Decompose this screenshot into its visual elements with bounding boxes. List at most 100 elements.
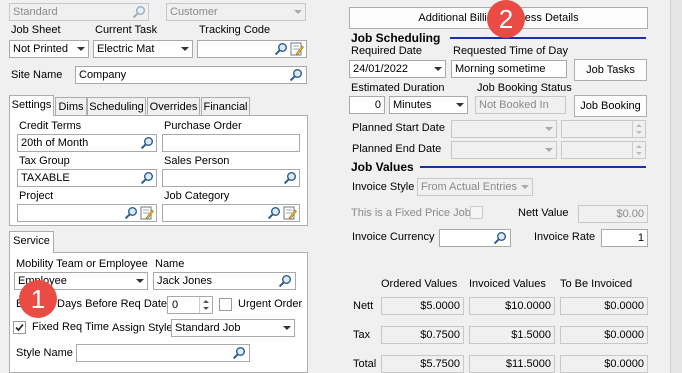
chevron-down-icon	[521, 185, 529, 189]
job-booking-button[interactable]: Job Booking	[574, 95, 647, 117]
tax-group-value: TAXABLE	[21, 172, 70, 184]
search-icon[interactable]	[283, 171, 297, 185]
fixed-req-time-checkbox[interactable]	[13, 321, 26, 334]
tab-scheduling[interactable]: Scheduling	[87, 97, 146, 116]
edit-icon[interactable]	[140, 206, 154, 220]
purchase-order-input[interactable]	[162, 134, 300, 152]
planned-end-time-picker[interactable]	[561, 141, 646, 159]
invoiced-value-cell: $1.5000	[469, 326, 555, 344]
project-input[interactable]	[17, 204, 157, 222]
tab-financial[interactable]: Financial	[201, 97, 250, 116]
requested-time-input[interactable]: Morning sometime	[451, 60, 567, 78]
duration-unit-select[interactable]: Minutes	[389, 96, 468, 114]
tax-group-input[interactable]: TAXABLE	[17, 169, 157, 187]
employee-name-input[interactable]: Jack Jones	[153, 272, 296, 290]
job-tasks-button[interactable]: Job Tasks	[574, 59, 647, 81]
tab-overrides[interactable]: Overrides	[147, 97, 200, 116]
tracking-code-input[interactable]	[197, 40, 307, 58]
mobility-label: Mobility Team or Employee	[16, 258, 148, 270]
customer-select[interactable]: Customer	[166, 3, 306, 21]
urgent-order-label: Urgent Order	[238, 298, 303, 310]
check-icon	[15, 323, 24, 332]
days-before-label: Days Before Req Date	[57, 298, 168, 310]
assign-style-select[interactable]: Standard Job	[171, 319, 295, 337]
job-category-input[interactable]	[162, 204, 300, 222]
fixed-price-checkbox[interactable]	[470, 206, 483, 219]
site-name-value: Company	[79, 69, 127, 81]
search-icon[interactable]	[278, 274, 292, 288]
edit-icon[interactable]	[283, 206, 297, 220]
invoice-rate-value: 1	[637, 232, 644, 244]
fixed-req-time-label: Fixed Req Time	[32, 321, 110, 333]
section-divider	[450, 37, 646, 39]
style-name-input[interactable]	[76, 344, 250, 362]
invoice-currency-input[interactable]	[439, 229, 511, 247]
search-icon[interactable]	[140, 136, 154, 150]
chevron-down-icon	[77, 47, 85, 51]
invoiced-value-cell: $11.5000	[469, 355, 555, 373]
planned-end-date-picker[interactable]	[451, 141, 557, 159]
job-scheduling-heading: Job Scheduling	[351, 31, 441, 45]
nett-value: $0.00	[616, 208, 644, 220]
search-icon[interactable]	[493, 231, 507, 245]
project-label: Project	[19, 190, 54, 202]
stepper-arrows-icon[interactable]	[632, 142, 645, 158]
invoice-style-select[interactable]: From Actual Entries	[417, 178, 533, 196]
tab-service[interactable]: Service	[9, 231, 54, 253]
scrollbar[interactable]	[670, 0, 682, 373]
row-label: Nett	[353, 300, 374, 312]
search-icon[interactable]	[140, 171, 154, 185]
chevron-down-icon	[181, 47, 189, 51]
nett-value-field: $0.00	[578, 205, 648, 223]
sales-person-input[interactable]	[162, 169, 300, 187]
planned-start-time-picker[interactable]	[561, 120, 646, 138]
search-icon[interactable]	[124, 206, 138, 220]
planned-end-label: Planned End Date	[352, 143, 442, 155]
booking-status-label: Job Booking Status	[477, 82, 572, 94]
planned-start-date-picker[interactable]	[451, 120, 557, 138]
to-be-invoiced-cell: $0.0000	[560, 297, 648, 315]
edit-icon[interactable]	[290, 42, 304, 56]
search-icon[interactable]	[289, 68, 303, 82]
booking-status-field: Not Booked In	[475, 96, 566, 114]
invoice-style-value: From Actual Entries	[421, 181, 517, 193]
estimated-duration-input[interactable]: 0	[349, 96, 385, 114]
tab-dims[interactable]: Dims	[55, 97, 87, 116]
current-task-label: Current Task	[95, 24, 158, 36]
search-icon[interactable]	[232, 346, 246, 360]
tracking-code-label: Tracking Code	[199, 24, 271, 36]
invoice-style-label: Invoice Style	[352, 181, 415, 193]
urgent-order-checkbox[interactable]	[219, 298, 232, 311]
invoice-rate-input[interactable]: 1	[601, 229, 648, 247]
assign-style-label: Assign Style	[112, 322, 173, 334]
tab-settings[interactable]: Settings	[9, 95, 54, 116]
stepper-arrows-icon[interactable]	[199, 297, 212, 313]
sales-person-label: Sales Person	[164, 155, 230, 167]
credit-terms-label: Credit Terms	[19, 120, 82, 132]
job-sheet-select[interactable]: Not Printed	[9, 40, 89, 58]
employee-name-label: Name	[155, 258, 185, 270]
stepper-arrows-icon[interactable]	[632, 121, 645, 137]
ordered-value-cell: $0.7500	[381, 326, 464, 344]
job-category-label: Job Category	[164, 190, 230, 202]
annotation-badge-1: 1	[19, 280, 57, 318]
job-sheet-value: Not Printed	[13, 43, 69, 55]
annotation-badge-2: 2	[487, 0, 525, 38]
days-before-stepper[interactable]: 0	[167, 296, 213, 314]
chevron-down-icon	[545, 127, 553, 131]
invoice-rate-label: Invoice Rate	[534, 231, 596, 243]
estimated-duration-value: 0	[374, 99, 381, 111]
credit-terms-input[interactable]: 20th of Month	[17, 134, 157, 152]
search-icon[interactable]	[274, 42, 288, 56]
current-task-select[interactable]: Electric Mat	[93, 40, 193, 58]
search-icon[interactable]	[267, 206, 281, 220]
column-header: To Be Invoiced	[560, 278, 633, 290]
section-divider	[420, 166, 646, 168]
planned-start-label: Planned Start Date	[352, 122, 445, 134]
standard-field[interactable]: Standard	[9, 3, 149, 21]
job-sheet-label: Job Sheet	[11, 24, 61, 36]
site-name-input[interactable]: Company	[75, 66, 307, 84]
required-date-picker[interactable]: 24/01/2022	[349, 60, 446, 78]
column-header: Ordered Values	[381, 278, 458, 290]
search-icon[interactable]	[132, 5, 146, 19]
